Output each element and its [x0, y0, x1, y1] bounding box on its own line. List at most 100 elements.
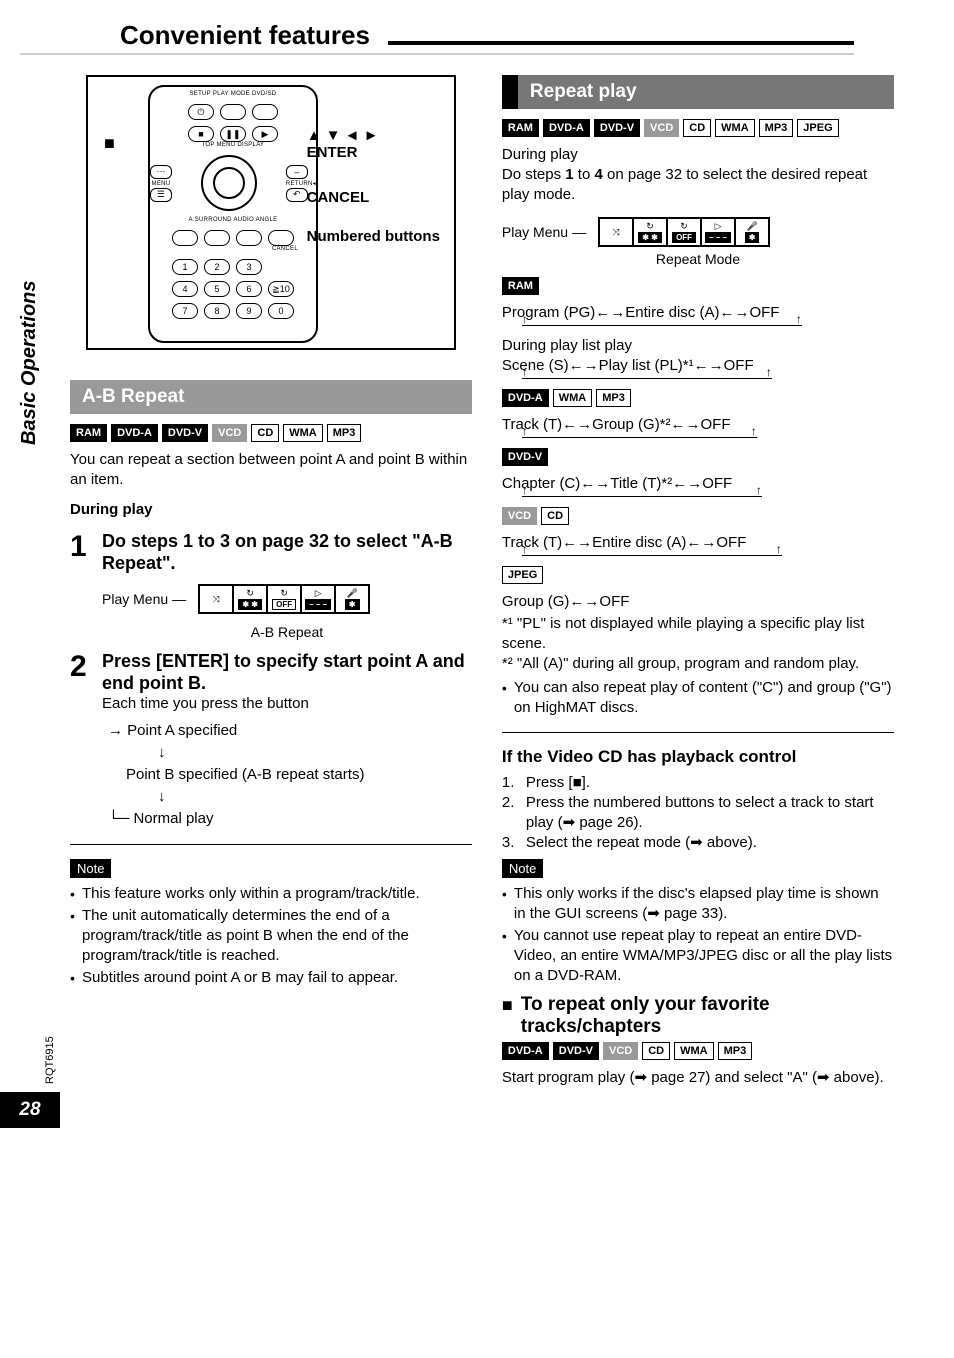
jpeg-cycle: Group (G)←→OFF	[502, 592, 894, 612]
repeat-icon: ↻	[246, 588, 254, 599]
ram-badge: RAM	[502, 277, 539, 295]
shuffle-icon: ⤨	[213, 594, 220, 605]
play-menu-bar: ⤨ ↻✱ ✱ ↻OFF ▷– – – 🎤✱	[198, 584, 370, 614]
repeat-mode-caption: Repeat Mode	[502, 251, 894, 267]
seq-c: └─ Normal play	[108, 808, 472, 830]
cancel-micro-label: CANCEL	[150, 246, 316, 253]
mic-icon-2: 🎤	[746, 221, 757, 232]
seq-a: → Point A specified	[108, 720, 472, 742]
callout-arrows: ▲ ▼ ◄ ► ENTER	[307, 127, 440, 161]
footnote-1: *¹ "PL" is not displayed while playing a…	[502, 614, 894, 654]
next-icon: ▷	[315, 588, 322, 599]
asurround-button	[172, 230, 198, 246]
audio-button	[204, 230, 230, 246]
page-number: 28	[0, 1092, 60, 1128]
dvdv-cycle: Chapter (C)←→Title (T)*²←→OFF	[502, 474, 894, 494]
step-2-number: 2	[70, 650, 102, 830]
angle-button	[236, 230, 262, 246]
next-icon-2: ▷	[715, 221, 722, 232]
note-badge-2: Note	[502, 859, 543, 878]
vcd-cycle: Track (T)←→Entire disc (A)←→OFF	[502, 533, 894, 553]
ab-repeat-caption: A-B Repeat	[102, 624, 472, 640]
num-1: 1	[172, 259, 198, 275]
black-square-bullet: ■	[104, 133, 115, 154]
header-rule	[388, 41, 854, 45]
section-side-label: Basic Operations	[18, 280, 41, 445]
favorite-heading: To repeat only your favorite tracks/chap…	[521, 994, 894, 1038]
num-2: 2	[204, 259, 230, 275]
pause-icon: ❚❚	[220, 126, 246, 142]
favorite-text: Start program play (➡ page 27) and selec…	[502, 1068, 894, 1088]
repeat-play-header: Repeat play	[502, 75, 894, 109]
divider-2	[502, 732, 894, 733]
step-1-heading: Do steps 1 to 3 on page 32 to select "A-…	[102, 530, 472, 574]
subtitle-button	[268, 230, 294, 246]
remote-diagram: ■ SETUP PLAY MODE DVD/SD ⏻ ■ ❚❚ ▶ TOP ME…	[86, 75, 456, 350]
ab-intro: You can repeat a section between point A…	[70, 450, 472, 490]
num-4: 4	[172, 281, 198, 297]
pbc-title: If the Video CD has playback control	[502, 747, 894, 767]
num-5: 5	[204, 281, 230, 297]
repeat-during: During play	[502, 145, 894, 165]
remote-row1-labels: SETUP PLAY MODE DVD/SD	[150, 91, 316, 98]
play-icon: ▶	[252, 126, 278, 142]
stop-icon: ■	[188, 126, 214, 142]
bullet-highmat: You can also repeat play of content ("C"…	[502, 678, 894, 718]
dvdv-badge: DVD-V	[502, 448, 548, 466]
menu-button: ☰	[150, 188, 172, 202]
mic-icon: 🎤	[347, 588, 358, 599]
power-icon: ⏻	[188, 104, 214, 120]
remote-row4-labels: A.SURROUND AUDIO ANGLE	[150, 217, 316, 224]
return-button: ↶	[286, 188, 308, 202]
ab-notes-list: This feature works only within a program…	[70, 884, 472, 988]
footnote-2: *² "All (A)" during all group, program a…	[502, 654, 894, 674]
page-title: Convenient features	[120, 20, 370, 51]
display-button: –	[286, 165, 308, 179]
repeat-icon-4: ↻	[680, 221, 688, 232]
ab-repeat-header: A-B Repeat	[70, 380, 472, 414]
seq-down-1: ↓	[108, 742, 472, 764]
num-9: 9	[236, 303, 262, 319]
seq-down-2: ↓	[108, 786, 472, 808]
dvdsd-button	[252, 104, 278, 120]
step-2-heading: Press [ENTER] to specify start point A a…	[102, 650, 472, 694]
playlist-cycle: Scene (S)←→Play list (PL)*¹←→OFF	[502, 356, 894, 376]
menu-label: MENU	[150, 181, 172, 188]
num-8: 8	[204, 303, 230, 319]
black-square-2: ■	[502, 994, 513, 1016]
callout-numbered: Numbered buttons	[307, 226, 440, 247]
step-2-sub: Each time you press the button	[102, 694, 472, 714]
repeat-format-badges: RAM DVD-A DVD-V VCD CD WMA MP3 JPEG	[502, 119, 894, 137]
ab-format-badges: RAM DVD-A DVD-V VCD CD WMA MP3	[70, 424, 472, 442]
pbc-steps: Press [■]. Press the numbered buttons to…	[502, 773, 894, 853]
play-menu-bar-2: ⤨ ↻✱ ✱ ↻OFF ▷– – – 🎤✱	[598, 217, 770, 247]
play-menu-label-2: Play Menu	[502, 224, 568, 240]
shuffle-icon-2: ⤨	[612, 227, 619, 238]
num-gte10: ≧10	[268, 281, 294, 297]
divider	[70, 844, 472, 845]
nav-wheel	[201, 155, 257, 211]
num-0: 0	[268, 303, 294, 319]
dvda-cycle: Track (T)←→Group (G)*²←→OFF	[502, 415, 894, 435]
topmenu-button: ⋯	[150, 165, 172, 179]
playmode-button	[220, 104, 246, 120]
step-1-number: 1	[70, 530, 102, 640]
play-menu-label: Play Menu	[102, 591, 168, 607]
num-3: 3	[236, 259, 262, 275]
playlist-intro: During play list play	[502, 336, 894, 356]
repeat-icon-2: ↻	[280, 588, 288, 599]
seq-b: Point B specified (A-B repeat starts)	[108, 764, 472, 786]
doc-code: RQT6915	[44, 1036, 56, 1084]
callout-cancel: CANCEL	[307, 189, 440, 206]
num-6: 6	[236, 281, 262, 297]
pbc-notes: This only works if the disc's elapsed pl…	[502, 884, 894, 986]
note-badge: Note	[70, 859, 111, 878]
num-7: 7	[172, 303, 198, 319]
ram-cycle: Program (PG)←→Entire disc (A)←→OFF	[502, 303, 894, 323]
ab-during: During play	[70, 500, 472, 520]
jpeg-badge: JPEG	[502, 566, 543, 584]
repeat-icon-3: ↻	[646, 221, 654, 232]
header-underline	[20, 53, 854, 55]
repeat-intro: Do steps 1 to 4 on page 32 to select the…	[502, 165, 894, 205]
remote-row2-labels: TOP MENU DISPLAY	[150, 142, 316, 149]
